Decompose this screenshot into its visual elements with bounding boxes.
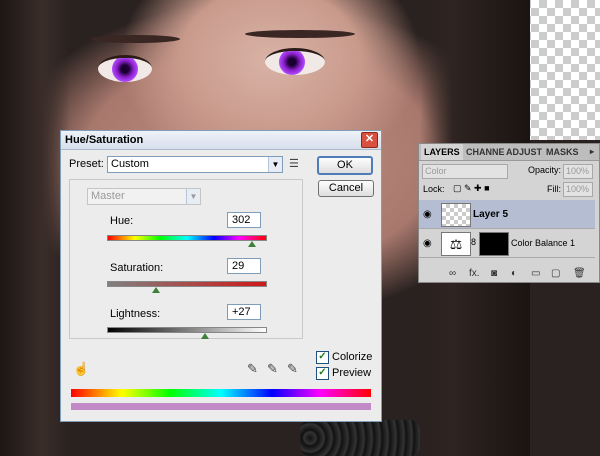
tab-channels[interactable]: CHANNE xyxy=(463,144,508,160)
hue-input[interactable]: 302 xyxy=(227,212,261,228)
colorize-checkbox[interactable]: ✓ xyxy=(316,351,329,364)
ok-button[interactable]: OK xyxy=(317,156,373,175)
lightness-label: Lightness: xyxy=(110,308,161,320)
lightness-slider-track[interactable] xyxy=(107,327,267,333)
opacity-input[interactable]: 100% xyxy=(563,164,593,179)
panel-tabs: LAYERS CHANNE ADJUST MASKS ▸ xyxy=(419,144,599,161)
new-layer-icon[interactable]: ▢ xyxy=(551,268,560,279)
panel-menu-icon[interactable]: ▸ xyxy=(587,144,597,160)
hue-saturation-dialog: Hue/Saturation ✕ Preset: Custom ▼ ☰ OK C… xyxy=(60,130,382,422)
lightness-slider-thumb[interactable] xyxy=(200,333,209,339)
dialog-titlebar[interactable]: Hue/Saturation ✕ xyxy=(61,131,381,150)
saturation-slider-track[interactable] xyxy=(107,281,267,287)
fill-input[interactable]: 100% xyxy=(563,182,593,197)
hue-slider-track[interactable] xyxy=(107,235,267,241)
preset-select[interactable]: Custom ▼ xyxy=(107,156,283,173)
saturation-input[interactable]: 29 xyxy=(227,258,261,274)
dialog-title: Hue/Saturation xyxy=(65,134,144,146)
trash-icon[interactable]: 🗑 xyxy=(573,268,586,279)
eyebrow-left xyxy=(90,35,180,43)
eyedropper-icon[interactable]: ✎ xyxy=(247,361,258,377)
layer-row-color-balance-1[interactable]: ◉ ⚖ 8 Color Balance 1 xyxy=(419,229,595,258)
lock-label: Lock: xyxy=(423,184,445,194)
preset-label: Preset: xyxy=(69,158,104,170)
eye-right xyxy=(265,48,325,75)
eye-left xyxy=(98,55,152,82)
tab-adjustments[interactable]: ADJUST xyxy=(503,144,545,160)
layer-row-layer-5[interactable]: ◉ Layer 5 xyxy=(419,200,595,229)
chain-link-icon: 8 xyxy=(471,237,477,247)
add-mask-icon[interactable]: ◙ xyxy=(491,268,497,279)
channel-select[interactable]: Master ▼ xyxy=(87,188,201,205)
lock-icons[interactable]: ▢ ✎ ✚ ■ xyxy=(453,183,490,194)
balance-icon: ⚖ xyxy=(441,232,471,256)
visibility-eye-icon[interactable]: ◉ xyxy=(423,238,432,249)
tab-masks[interactable]: MASKS xyxy=(543,144,582,160)
output-color-bar xyxy=(71,403,371,410)
cancel-button[interactable]: Cancel xyxy=(318,180,374,197)
eyedropper-minus-icon[interactable]: ✎ xyxy=(287,361,298,377)
saturation-slider-thumb[interactable] xyxy=(151,287,160,293)
visibility-eye-icon[interactable]: ◉ xyxy=(423,209,432,220)
eyedropper-plus-icon[interactable]: ✎ xyxy=(267,361,278,377)
hue-slider-thumb[interactable] xyxy=(248,241,257,247)
mask-thumbnail xyxy=(479,232,509,256)
hand-tool-icon[interactable]: ☝ xyxy=(73,361,89,377)
layer-name: Layer 5 xyxy=(473,209,509,220)
necklace xyxy=(300,420,420,456)
menu-icon[interactable]: ☰ xyxy=(289,157,299,170)
fill-label: Fill: xyxy=(547,184,561,194)
tab-layers[interactable]: LAYERS xyxy=(421,144,463,160)
new-group-icon[interactable]: ▭ xyxy=(531,268,540,279)
close-button[interactable]: ✕ xyxy=(361,132,378,148)
input-spectrum-bar xyxy=(71,389,371,397)
adjustment-layer-icon[interactable]: ◐ xyxy=(511,268,517,279)
layer-thumbnail xyxy=(441,203,471,227)
preview-checkbox[interactable]: ✓ xyxy=(316,367,329,380)
opacity-label: Opacity: xyxy=(528,165,562,175)
hue-label: Hue: xyxy=(110,215,134,227)
lightness-input[interactable]: +27 xyxy=(227,304,261,320)
fx-icon[interactable]: fx. xyxy=(469,268,480,279)
blend-mode-select[interactable]: Color xyxy=(422,164,508,179)
channel-value: Master xyxy=(91,190,125,202)
chevron-down-icon: ▼ xyxy=(268,157,282,172)
preview-label: Preview xyxy=(332,367,372,379)
preset-value: Custom xyxy=(111,158,149,170)
link-layers-icon[interactable]: ∞ xyxy=(449,268,456,279)
layers-panel: LAYERS CHANNE ADJUST MASKS ▸ Color Opaci… xyxy=(418,143,600,283)
chevron-down-icon: ▼ xyxy=(186,189,200,204)
eyebrow-right xyxy=(245,30,355,38)
colorize-label: Colorize xyxy=(332,351,373,363)
saturation-label: Saturation: xyxy=(110,262,164,274)
layer-name: Color Balance 1 xyxy=(511,238,576,248)
